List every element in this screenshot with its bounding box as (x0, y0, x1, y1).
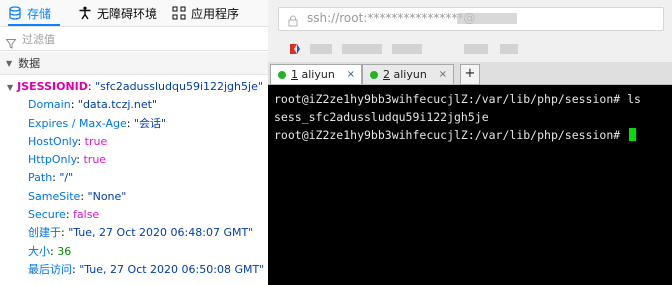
cookie-field-row[interactable]: Domain: "data.tczj.net" (0, 96, 268, 114)
devtools-storage-panel: 存储 无障碍环境 应用程序 过滤值 ▼ 数据 ▼ JSESSIONID: "sfc… (0, 0, 268, 285)
tab-name: aliyun (393, 68, 427, 81)
cookie-field-row[interactable]: 大小: 36 (0, 243, 268, 261)
field-value: false (73, 208, 100, 222)
tab-storage[interactable]: 存储 (8, 0, 60, 26)
field-key: 创建于 (28, 226, 61, 240)
tab-name: aliyun (301, 68, 335, 81)
terminal-output[interactable]: root@iZ2ze1hy9bb3wihfecucjlZ:/var/lib/ph… (268, 86, 672, 285)
terminal-line: root@iZ2ze1hy9bb3wihfecucjlZ:/var/lib/ph… (274, 128, 628, 142)
tab-number: 2 (383, 68, 390, 81)
session-toolbar (268, 38, 672, 63)
filter-values-input[interactable]: 过滤值 (0, 27, 268, 51)
field-key: Expires / Max-Age (28, 116, 127, 130)
close-tab-icon[interactable]: × (439, 69, 447, 80)
cookie-field-row[interactable]: HostOnly: true (0, 133, 268, 151)
redacted-toolbar-item (342, 44, 382, 54)
add-tab-button[interactable]: + (460, 64, 480, 85)
tab-accessibility[interactable]: 无障碍环境 (78, 0, 157, 26)
cookie-field-row[interactable]: 创建于: "Tue, 27 Oct 2020 06:48:07 GMT" (0, 224, 268, 242)
field-value: true (84, 134, 108, 148)
field-key: HttpOnly (28, 153, 77, 167)
data-section-header[interactable]: ▼ 数据 (0, 52, 268, 75)
field-key: 大小 (28, 244, 50, 258)
field-value: "Tue, 27 Oct 2020 06:48:07 GMT" (68, 226, 254, 240)
cookie-field-row[interactable]: Secure: false (0, 206, 268, 224)
terminal-cursor (629, 128, 637, 141)
field-value: "会话" (133, 116, 167, 130)
tab-accessibility-label: 无障碍环境 (97, 6, 158, 21)
filter-placeholder: 过滤值 (22, 32, 55, 46)
tab-label: 2 aliyun (383, 68, 427, 81)
field-key: Path (28, 171, 53, 185)
active-tab-indicator (8, 24, 60, 26)
field-value: "Tue, 27 Oct 2020 06:50:08 GMT" (79, 262, 265, 276)
field-key: 最后访问 (28, 262, 72, 276)
redacted-toolbar-item (464, 44, 488, 54)
redacted-toolbar-item (392, 44, 422, 54)
redacted-host (457, 13, 517, 24)
terminal-line: sess_sfc2adussludqu59i122jgh5je (274, 110, 489, 124)
cookie-value: "sfc2adussludqu59i122jgh5je" (95, 80, 263, 93)
cookie-name: JSESSIONID (17, 80, 88, 93)
redacted-toolbar-item (500, 44, 518, 54)
field-value: 36 (57, 244, 72, 258)
field-key: Domain (28, 98, 71, 112)
terminal-line: root@iZ2ze1hy9bb3wihfecucjlZ:/var/lib/ph… (274, 92, 641, 106)
expand-triangle-icon: ▼ (7, 83, 14, 92)
tab-application-label: 应用程序 (191, 6, 240, 21)
filter-icon (5, 34, 17, 49)
cookie-field-row[interactable]: SameSite: "None" (0, 188, 268, 206)
terminal-tabbar: 1 aliyun × 2 aliyun × + (268, 62, 672, 85)
address-bar-area: ssh://root:****************@ (268, 0, 672, 38)
accessibility-icon (78, 6, 92, 20)
field-value: true (83, 153, 107, 167)
connected-status-icon (370, 70, 378, 79)
field-key: SameSite (28, 189, 81, 203)
field-value: "/" (59, 171, 74, 185)
field-value: "None" (87, 189, 127, 203)
terminal-prompt-line: root@iZ2ze1hy9bb3wihfecucjlZ:/var/lib/ph… (274, 126, 637, 144)
connected-status-icon (278, 70, 286, 79)
terminal-tab-1[interactable]: 1 aliyun × (270, 64, 362, 84)
cookie-field-row[interactable]: HttpOnly: true (0, 151, 268, 169)
collapse-triangle-icon: ▼ (6, 58, 13, 68)
redacted-toolbar-item (310, 44, 332, 54)
grid-icon (172, 6, 186, 20)
field-key: Secure (28, 208, 66, 222)
terminal-window: ssh://root:****************@ 1 aliyun × … (268, 0, 672, 285)
close-tab-icon[interactable]: × (347, 69, 355, 80)
connect-icon[interactable] (288, 42, 302, 56)
address-input[interactable]: ssh://root:****************@ (278, 7, 664, 31)
lock-icon (287, 12, 299, 27)
cookie-field-row[interactable]: Path: "/" (0, 169, 268, 187)
tab-application[interactable]: 应用程序 (172, 0, 239, 26)
field-key: HostOnly (28, 134, 78, 148)
tab-number: 1 (291, 68, 298, 81)
address-text: ssh://root:****************@ (307, 11, 476, 25)
cookie-field-row[interactable]: 最后访问: "Tue, 27 Oct 2020 06:50:08 GMT" (0, 261, 268, 279)
devtools-tabbar: 存储 无障碍环境 应用程序 (0, 0, 268, 27)
cookie-tree: ▼ JSESSIONID: "sfc2adussludqu59i122jgh5je… (0, 78, 268, 279)
terminal-tab-2[interactable]: 2 aliyun × (362, 64, 454, 84)
tab-label: 1 aliyun (291, 68, 335, 81)
cookie-entry-row[interactable]: ▼ JSESSIONID: "sfc2adussludqu59i122jgh5je… (0, 78, 268, 96)
tab-storage-label: 存储 (27, 6, 52, 21)
database-icon (8, 6, 22, 20)
cookie-field-row[interactable]: Expires / Max-Age: "会话" (0, 115, 268, 133)
field-value: "data.tczj.net" (77, 98, 158, 112)
section-title: 数据 (18, 57, 41, 70)
